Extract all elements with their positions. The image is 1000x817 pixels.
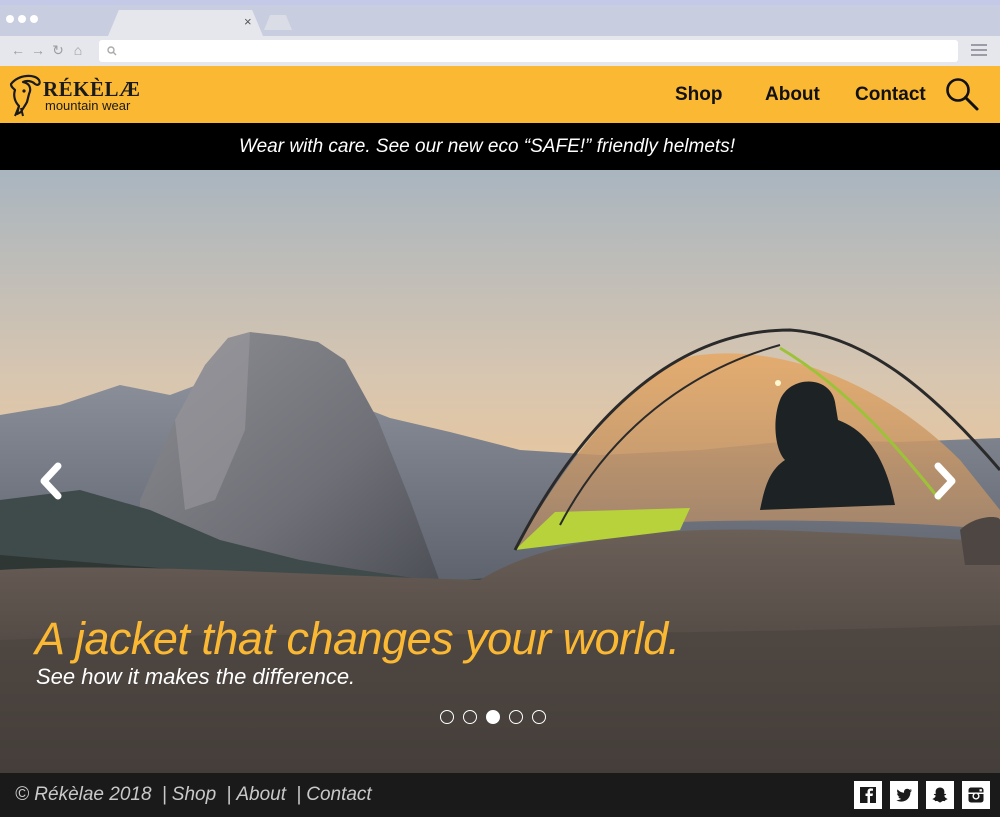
window-close-dot[interactable] <box>6 15 14 23</box>
brand-name: RÉKÈLÆ <box>43 77 141 101</box>
footer-links: © Rékèlae 2018 | Shop | About | Contact <box>15 773 372 817</box>
footer-link-contact[interactable]: Contact <box>306 784 371 805</box>
footer-link-shop[interactable]: Shop <box>172 784 216 805</box>
instagram-link[interactable] <box>962 781 990 809</box>
nav-contact[interactable]: Contact <box>855 66 926 123</box>
chevron-left-icon <box>40 462 62 500</box>
snapchat-icon <box>932 787 948 803</box>
promo-banner[interactable]: Wear with care. See our new eco “SAFE!” … <box>0 123 1000 170</box>
footer-link-about[interactable]: About <box>236 784 286 805</box>
browser-tab-bar: × <box>0 0 1000 36</box>
carousel-next-button[interactable] <box>924 460 964 502</box>
reload-icon[interactable]: ↻ <box>50 41 66 59</box>
carousel-dot-1[interactable] <box>440 710 454 724</box>
snapchat-link[interactable] <box>926 781 954 809</box>
carousel-dot-2[interactable] <box>463 710 477 724</box>
footer-separator: | <box>226 784 232 805</box>
browser-tab[interactable] <box>108 10 263 36</box>
window-minimize-dot[interactable] <box>18 15 26 23</box>
hero-carousel: A jacket that changes your world. See ho… <box>0 170 1000 773</box>
carousel-dot-3[interactable] <box>486 710 500 724</box>
brand-tagline: mountain wear <box>45 98 131 113</box>
copyright-text: © Rékèlae 2018 <box>15 784 152 805</box>
address-search-icon <box>107 46 117 56</box>
instagram-icon <box>968 787 984 803</box>
site-footer: © Rékèlae 2018 | Shop | About | Contact <box>0 773 1000 817</box>
goat-logo-icon <box>9 74 41 117</box>
twitter-icon <box>896 788 912 802</box>
carousel-dots <box>440 710 546 724</box>
new-tab-button[interactable] <box>264 15 292 30</box>
footer-separator: | <box>161 784 167 805</box>
window-maximize-dot[interactable] <box>30 15 38 23</box>
hero-title: A jacket that changes your world. <box>35 613 680 664</box>
carousel-dot-5[interactable] <box>532 710 546 724</box>
home-icon[interactable]: ⌂ <box>70 41 86 59</box>
promo-banner-text: Wear with care. See our new eco “SAFE!” … <box>239 136 735 157</box>
search-button[interactable] <box>944 76 980 112</box>
nav-shop[interactable]: Shop <box>675 66 723 123</box>
footer-separator: | <box>296 784 302 805</box>
tab-close-icon[interactable]: × <box>244 14 252 30</box>
window-top-edge <box>0 0 1000 5</box>
twitter-link[interactable] <box>890 781 918 809</box>
nav-about[interactable]: About <box>765 66 820 123</box>
hero-subtitle[interactable]: See how it makes the difference. <box>36 664 355 690</box>
facebook-link[interactable] <box>854 781 882 809</box>
site-header: RÉKÈLÆ mountain wear Shop About Contact <box>0 66 1000 123</box>
browser-toolbar: ← → ↻ ⌂ <box>0 36 1000 66</box>
facebook-icon <box>860 787 876 803</box>
window-controls[interactable] <box>6 15 38 23</box>
logo[interactable]: RÉKÈLÆ mountain wear <box>5 72 155 118</box>
address-bar[interactable] <box>99 40 958 62</box>
chevron-right-icon <box>934 462 956 500</box>
search-icon <box>946 78 979 111</box>
carousel-prev-button[interactable] <box>32 460 72 502</box>
back-arrow-icon[interactable]: ← <box>10 41 26 59</box>
forward-arrow-icon[interactable]: → <box>30 41 46 59</box>
hamburger-menu-icon[interactable] <box>971 44 987 58</box>
carousel-dot-4[interactable] <box>509 710 523 724</box>
